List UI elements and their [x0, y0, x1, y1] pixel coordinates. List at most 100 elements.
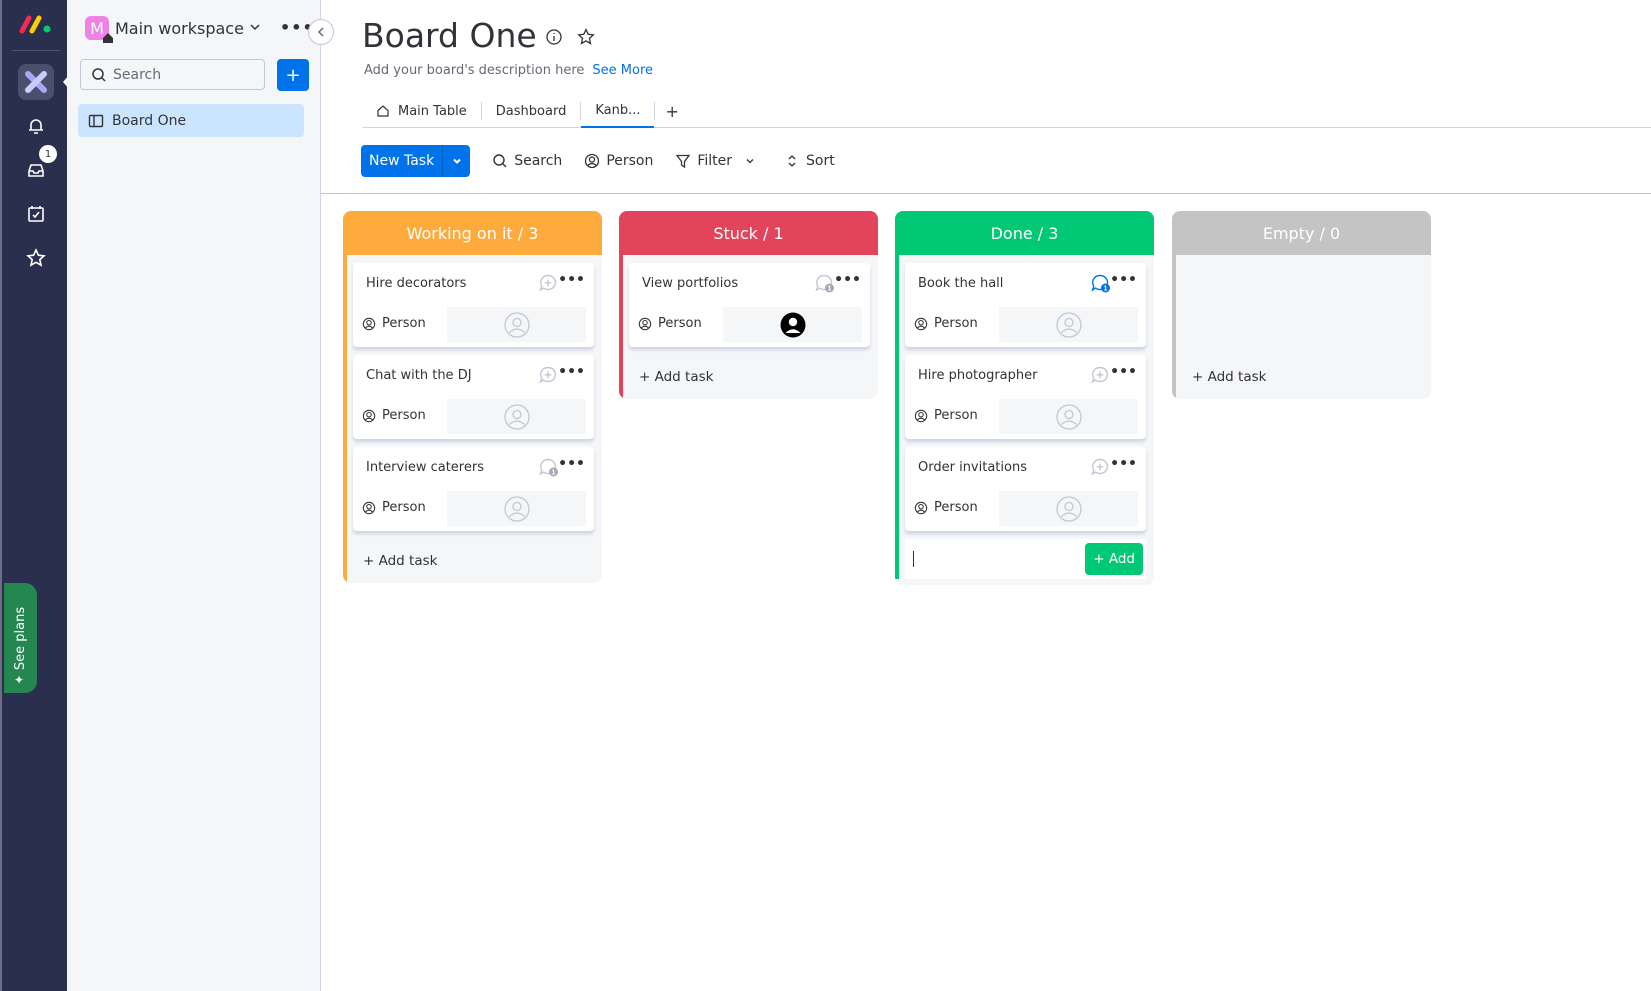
card-title[interactable]: Chat with the DJ [366, 368, 472, 383]
sort-label: Sort [806, 153, 835, 169]
kanban-card[interactable]: Chat with the DJ ••• Person [353, 355, 594, 439]
workspace-avatar: M [85, 16, 113, 43]
filter-icon [676, 154, 691, 169]
sort-button[interactable]: Sort [784, 153, 835, 169]
person-label: Person [658, 316, 702, 331]
column-header[interactable]: Working on it / 3 [343, 211, 602, 255]
column-header[interactable]: Empty / 0 [1172, 211, 1431, 255]
kanban-card[interactable]: Hire photographer ••• Person [905, 355, 1146, 439]
kanban-card[interactable]: View portfolios 1 ••• Person [629, 263, 870, 347]
card-more-icon[interactable]: ••• [558, 272, 585, 288]
kanban-column-working: Working on it / 3 Hire decorators ••• Pe… [343, 211, 602, 583]
add-update-icon [1091, 366, 1109, 384]
updates-button[interactable]: 1 [814, 273, 834, 293]
chevron-down-icon [452, 158, 461, 164]
board-icon [88, 114, 104, 127]
tab-label: Dashboard [495, 103, 567, 119]
kanban-card[interactable]: Hire decorators ••• Person [353, 263, 594, 347]
sidebar-search[interactable] [80, 59, 265, 90]
board-description[interactable]: Add your board's description here See Mor… [364, 63, 653, 78]
search-icon [92, 67, 106, 82]
new-task-button[interactable]: New Task [361, 145, 471, 177]
person-label: Person [382, 316, 426, 331]
collapse-sidebar-button[interactable] [308, 19, 334, 45]
person-label: Person [934, 500, 978, 515]
add-task-submit-button[interactable]: + Add [1085, 543, 1143, 575]
card-more-icon[interactable]: ••• [1110, 456, 1137, 472]
updates-button[interactable]: 1 [538, 457, 558, 477]
tab-dashboard[interactable]: Dashboard [482, 95, 581, 128]
my-work-button[interactable] [22, 200, 50, 228]
add-view-button[interactable]: + [655, 102, 688, 121]
add-update-button[interactable] [538, 365, 558, 385]
filter-button[interactable]: Filter [675, 153, 762, 169]
column-header[interactable]: Done / 3 [895, 211, 1154, 255]
card-more-icon[interactable]: ••• [558, 456, 585, 472]
workspace-selector[interactable]: M Main workspace [85, 16, 244, 43]
work-management-app-button[interactable] [18, 64, 54, 100]
card-title[interactable]: Order invitations [918, 460, 1027, 475]
home-icon [103, 33, 113, 43]
add-update-icon [539, 274, 557, 292]
column-header[interactable]: Stuck / 1 [619, 211, 878, 255]
sort-icon [788, 155, 796, 167]
search-label: Search [514, 153, 563, 169]
sidebar-item-board-one[interactable]: Board One [78, 104, 304, 137]
person-icon [585, 153, 600, 169]
chevron-down-icon[interactable] [744, 155, 756, 167]
person-cell[interactable] [999, 491, 1138, 526]
add-update-button[interactable] [1090, 457, 1110, 477]
add-update-icon [1091, 458, 1109, 476]
favorite-star-icon[interactable] [577, 28, 595, 46]
kanban-card[interactable]: Book the hall 1 ••• Person [905, 263, 1146, 347]
favorites-button[interactable] [22, 244, 50, 272]
search-button[interactable]: Search [492, 153, 562, 169]
add-update-button[interactable] [538, 273, 558, 293]
see-more-link[interactable]: See More [592, 63, 653, 78]
updates-unread-icon: 1 [1091, 274, 1110, 293]
board-title[interactable]: Board One [362, 16, 537, 55]
see-plans-label: See plans [13, 606, 29, 670]
add-task-button[interactable]: + Add task [1182, 355, 1423, 399]
new-task-dropdown[interactable] [442, 145, 470, 177]
add-item-button[interactable]: + [277, 59, 309, 91]
person-icon [914, 501, 928, 514]
chevron-down-icon[interactable] [248, 20, 262, 34]
person-cell[interactable] [447, 307, 586, 342]
kanban-card[interactable]: Order invitations ••• Person [905, 447, 1146, 531]
tab-main-table[interactable]: Main Table [362, 95, 481, 128]
add-task-input-row[interactable]: + Add [905, 539, 1146, 579]
card-title[interactable]: Interview caterers [366, 460, 484, 475]
workspace-name: Main workspace [115, 18, 244, 38]
add-task-button[interactable]: + Add task [629, 355, 870, 399]
card-title[interactable]: Hire photographer [918, 368, 1037, 383]
svg-text:1: 1 [828, 286, 832, 293]
card-title[interactable]: Book the hall [918, 276, 1003, 291]
text-caret[interactable] [913, 551, 914, 567]
person-cell[interactable] [999, 399, 1138, 434]
info-icon[interactable] [545, 28, 563, 46]
person-column-label: Person [362, 316, 426, 331]
add-task-button[interactable]: + Add task [353, 539, 594, 583]
updates-button[interactable]: 1 [1090, 273, 1110, 293]
card-more-icon[interactable]: ••• [558, 364, 585, 380]
notifications-button[interactable] [22, 112, 50, 140]
chevron-left-icon [317, 27, 324, 37]
person-cell[interactable] [447, 399, 586, 434]
card-more-icon[interactable]: ••• [834, 272, 861, 288]
person-cell[interactable] [723, 307, 862, 342]
tab-kanban[interactable]: Kanb... [581, 95, 655, 128]
see-plans-button[interactable]: See plans ✦ [4, 583, 37, 693]
monday-logo-icon[interactable] [19, 14, 53, 34]
add-update-button[interactable] [1090, 365, 1110, 385]
card-title[interactable]: View portfolios [642, 276, 738, 291]
person-filter-button[interactable]: Person [584, 153, 653, 169]
person-cell[interactable] [999, 307, 1138, 342]
card-title[interactable]: Hire decorators [366, 276, 466, 291]
kanban-card[interactable]: Interview caterers 1 ••• Person [353, 447, 594, 531]
empty-avatar-icon [1055, 403, 1082, 430]
person-cell[interactable] [447, 491, 586, 526]
card-more-icon[interactable]: ••• [1110, 364, 1137, 380]
card-more-icon[interactable]: ••• [1110, 272, 1137, 288]
sidebar-search-input[interactable] [113, 66, 253, 83]
